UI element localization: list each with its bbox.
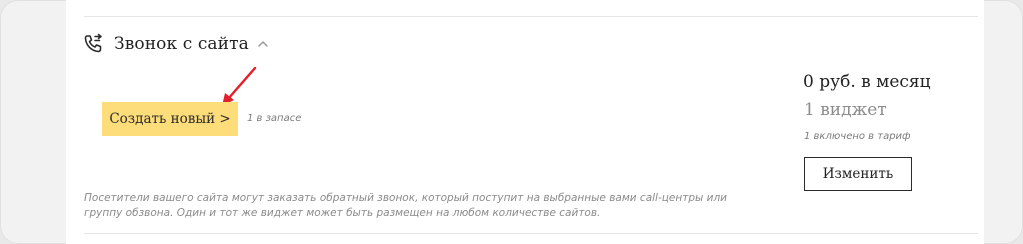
change-button[interactable]: Изменить: [804, 157, 912, 191]
widget-title: Звонок с сайта: [114, 34, 249, 54]
widget-card: Звонок с сайта Создать новый > 1 в запас…: [66, 0, 984, 244]
create-new-button[interactable]: Создать новый >: [102, 102, 238, 136]
price-text: 0 руб. в месяц: [803, 72, 931, 92]
widget-count-text: 1 виджет: [804, 100, 887, 120]
bottom-divider: [84, 233, 978, 234]
phone-icon: [82, 33, 104, 55]
chevron-up-icon[interactable]: [257, 38, 269, 50]
description-line-2: группу обзвона. Один и тот же виджет мож…: [84, 207, 601, 219]
page-background: Звонок с сайта Создать новый > 1 в запас…: [0, 0, 1023, 244]
included-in-plan-text: 1 включено в тариф: [804, 131, 911, 142]
top-divider: [84, 16, 978, 17]
widget-description: Посетители вашего сайта могут заказать о…: [84, 191, 764, 221]
widget-header[interactable]: Звонок с сайта: [82, 30, 269, 58]
description-line-1: Посетители вашего сайта могут заказать о…: [84, 192, 727, 204]
stock-text: 1 в запасе: [247, 113, 302, 124]
panel: Звонок с сайта Создать новый > 1 в запас…: [0, 0, 1023, 244]
